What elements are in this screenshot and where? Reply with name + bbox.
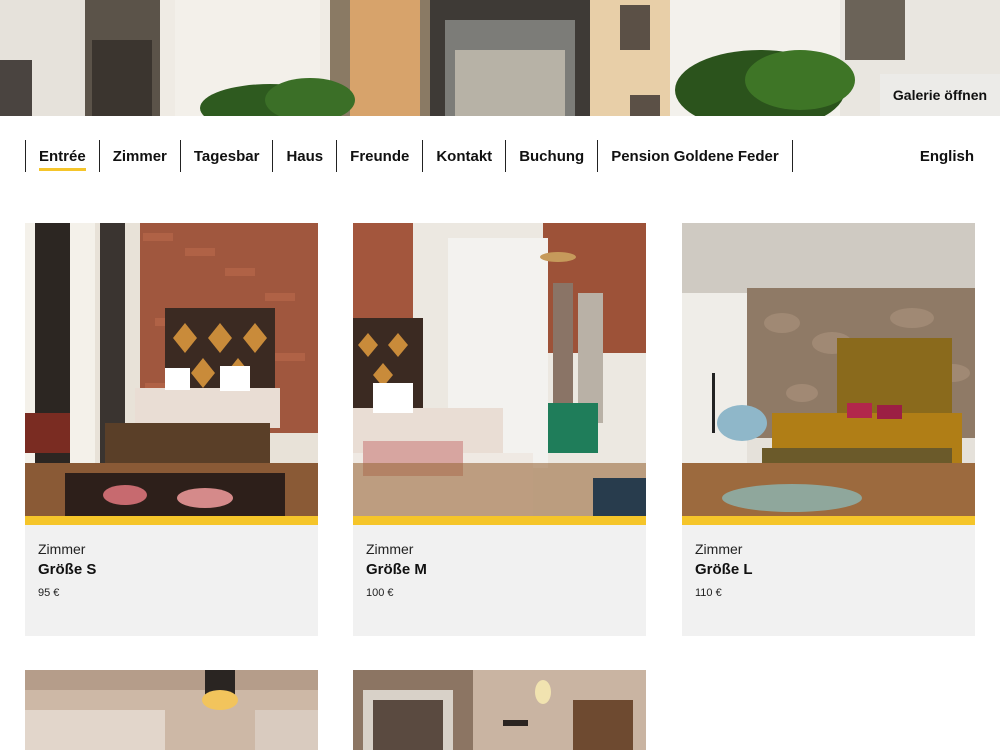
room-name: Größe S xyxy=(38,561,97,578)
nav-item-tagesbar[interactable]: Tagesbar xyxy=(181,140,274,172)
room-card-s[interactable]: Zimmer Größe S 95 € xyxy=(25,223,318,636)
room-photo-l xyxy=(682,223,975,516)
nav-item-entree[interactable]: Entrée xyxy=(26,140,100,172)
nav-item-freunde[interactable]: Freunde xyxy=(337,140,424,172)
nav-item-haus[interactable]: Haus xyxy=(273,140,338,172)
room-photo-lower-1 xyxy=(25,670,318,750)
room-name: Größe L xyxy=(695,561,753,578)
accent-bar xyxy=(682,516,975,525)
accent-bar xyxy=(25,516,318,525)
accent-bar xyxy=(353,516,646,525)
room-category: Zimmer xyxy=(366,541,414,557)
room-category: Zimmer xyxy=(38,541,86,557)
language-switch[interactable]: English xyxy=(920,140,974,172)
nav-item-kontakt[interactable]: Kontakt xyxy=(423,140,507,172)
nav-item-pension[interactable]: Pension Goldene Feder xyxy=(598,140,793,172)
room-price: 100 € xyxy=(366,587,394,599)
room-card-m[interactable]: Zimmer Größe M 100 € xyxy=(353,223,646,636)
hero-image: Galerie öffnen xyxy=(0,0,1000,116)
room-photo-lower-2 xyxy=(353,670,646,750)
room-category: Zimmer xyxy=(695,541,743,557)
room-card-l[interactable]: Zimmer Größe L 110 € xyxy=(682,223,975,636)
main-navigation: Entrée Zimmer Tagesbar Haus Freunde Kont… xyxy=(25,140,793,172)
room-price: 110 € xyxy=(695,587,722,599)
room-price: 95 € xyxy=(38,587,60,599)
room-card-lower-1[interactable] xyxy=(25,670,318,750)
nav-item-zimmer[interactable]: Zimmer xyxy=(100,140,181,172)
nav-item-buchung[interactable]: Buchung xyxy=(506,140,599,172)
building-facade-illustration xyxy=(0,0,1000,116)
room-photo-s xyxy=(25,223,318,516)
room-photo-m xyxy=(353,223,646,516)
room-card-lower-2[interactable] xyxy=(353,670,646,750)
open-gallery-button[interactable]: Galerie öffnen xyxy=(880,74,1000,116)
room-name: Größe M xyxy=(366,561,427,578)
